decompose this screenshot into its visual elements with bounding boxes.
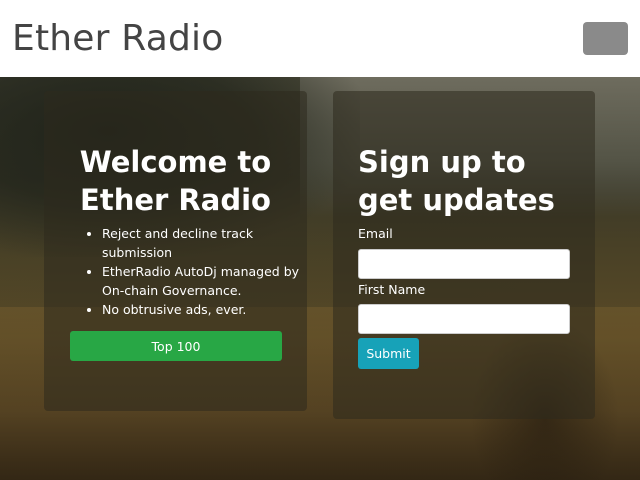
email-field[interactable] xyxy=(358,249,570,279)
navbar-toggler-button[interactable] xyxy=(583,22,628,55)
signup-title: Sign up to get updates xyxy=(358,145,555,217)
submit-button[interactable]: Submit xyxy=(358,338,419,369)
top-100-button[interactable]: Top 100 xyxy=(70,331,282,361)
feature-item: EtherRadio AutoDj managed by On-chain Go… xyxy=(102,262,302,300)
feature-list: Reject and decline track submission Ethe… xyxy=(102,224,302,319)
signup-card: Sign up to get updates Email First Name … xyxy=(333,91,595,419)
feature-item: Reject and decline track submission xyxy=(102,224,302,262)
feature-item: No obtrusive ads, ever. xyxy=(102,300,302,319)
welcome-card: Welcome to Ether Radio Reject and declin… xyxy=(44,91,307,411)
brand-title[interactable]: Ether Radio xyxy=(12,18,223,59)
first-name-field[interactable] xyxy=(358,304,570,334)
navbar: Ether Radio xyxy=(0,0,640,77)
welcome-title: Welcome to Ether Radio xyxy=(79,145,272,217)
email-label: Email xyxy=(358,226,393,241)
first-name-label: First Name xyxy=(358,282,426,297)
